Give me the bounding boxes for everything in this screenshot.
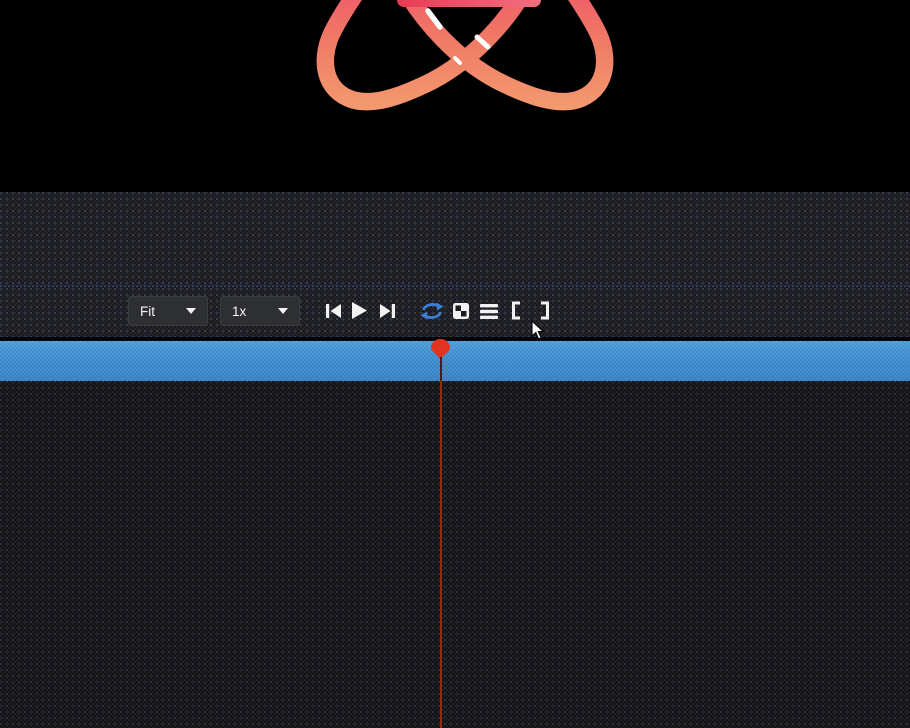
control-zone: Fit 1x	[0, 192, 910, 337]
playhead-line-track-segment	[440, 357, 442, 381]
checkerboard-icon	[453, 303, 469, 319]
loop-start-bracket-button[interactable]	[510, 301, 521, 320]
skip-to-end-button[interactable]	[380, 303, 395, 319]
animation-preview-stage	[0, 0, 910, 192]
frame-list-button[interactable]	[480, 304, 498, 319]
animation-logo-graphic	[0, 0, 910, 192]
bottom-panel	[0, 381, 910, 728]
skip-to-end-icon	[380, 303, 395, 319]
play-icon	[352, 302, 367, 319]
speed-dropdown[interactable]: 1x	[220, 296, 300, 326]
playhead-group	[429, 341, 452, 728]
fit-dropdown-label: Fit	[140, 304, 155, 319]
speed-dropdown-label: 1x	[232, 304, 246, 319]
timeline-track[interactable]	[0, 341, 910, 381]
loop-toggle-button[interactable]	[419, 301, 445, 321]
skip-to-start-button[interactable]	[326, 303, 341, 319]
loop-end-bracket-button[interactable]	[540, 301, 551, 320]
open-bracket-icon	[510, 301, 521, 320]
play-button[interactable]	[352, 302, 367, 319]
separator-line	[0, 285, 910, 287]
fit-dropdown[interactable]: Fit	[128, 296, 208, 326]
loop-icon	[419, 301, 445, 321]
logo-top-band	[397, 0, 541, 7]
playhead-line-panel-segment	[440, 381, 443, 728]
hamburger-icon	[480, 304, 498, 319]
close-bracket-icon	[540, 301, 551, 320]
chevron-down-icon	[186, 308, 196, 314]
skip-to-start-icon	[326, 303, 341, 319]
chevron-down-icon	[278, 308, 288, 314]
animation-player-window: Fit 1x	[0, 0, 910, 728]
background-toggle-button[interactable]	[453, 303, 469, 319]
